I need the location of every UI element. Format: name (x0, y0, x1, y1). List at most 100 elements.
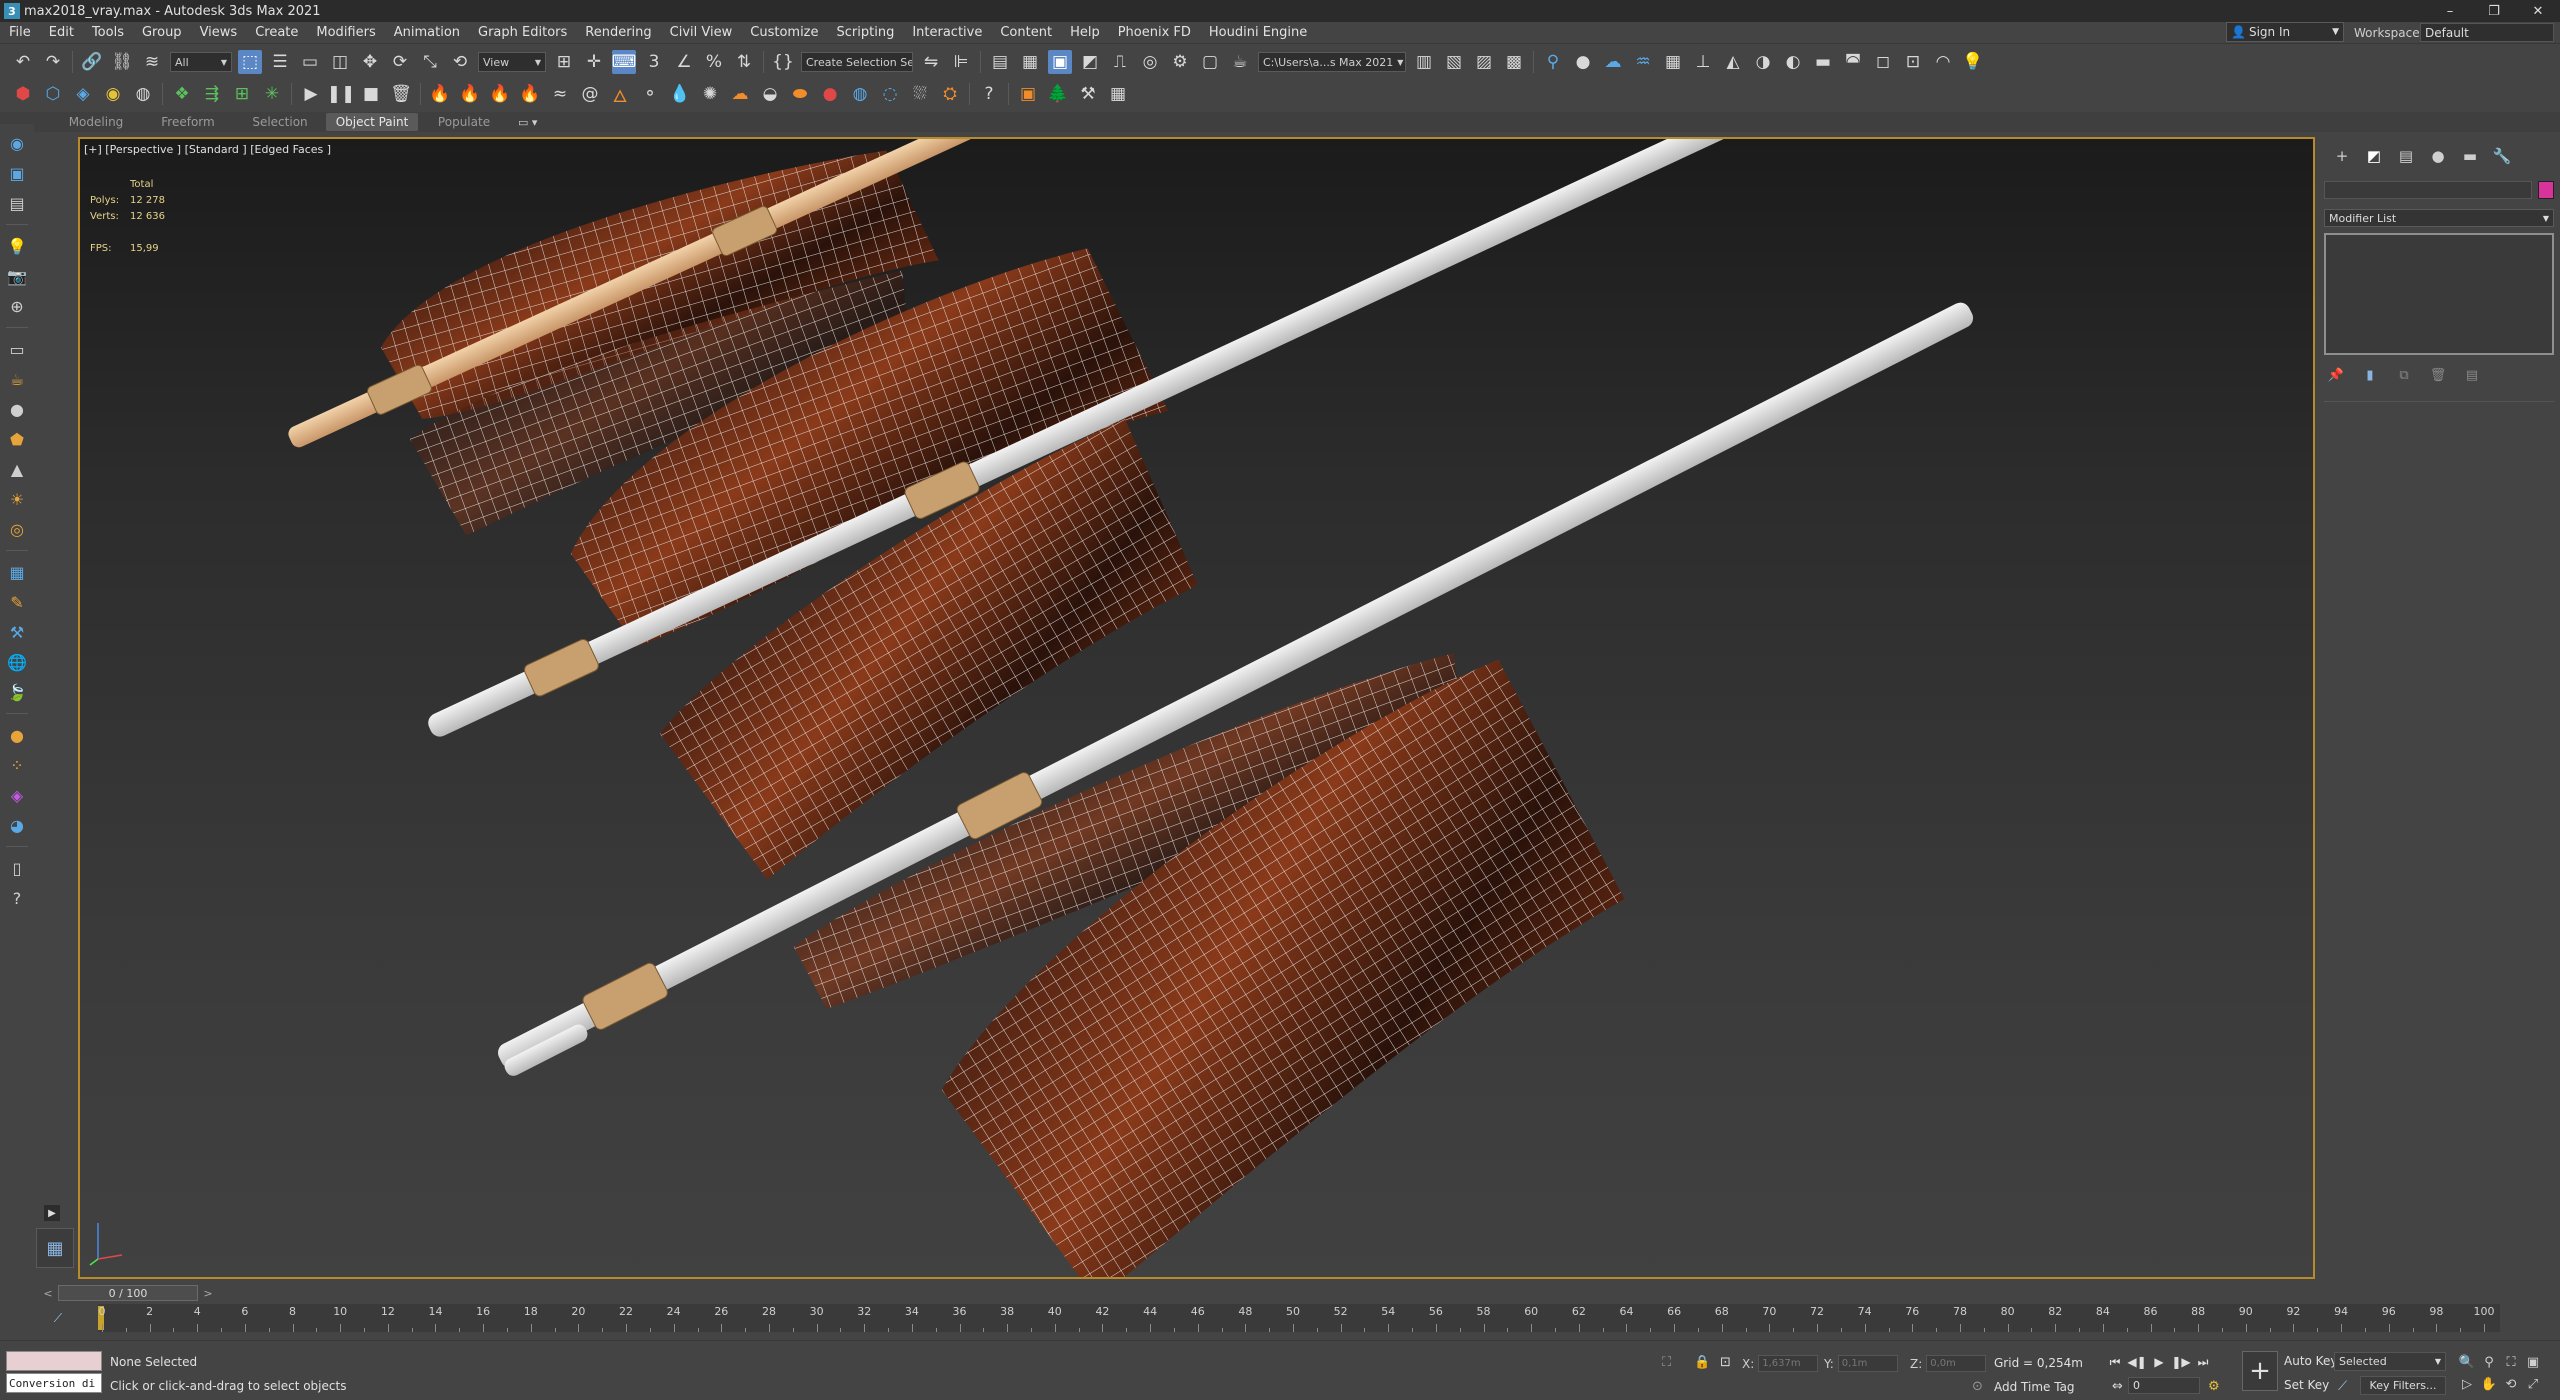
curve-editor-icon[interactable]: ◩ (1078, 50, 1102, 74)
rain-icon[interactable]: ⛆ (908, 82, 932, 106)
environment-icon[interactable]: ◕ (5, 813, 29, 837)
project-new-icon[interactable]: ▧ (1442, 50, 1466, 74)
selection-lock-icon[interactable]: 🔒 (1694, 1355, 1710, 1370)
foam-icon[interactable]: ⚬ (638, 82, 662, 106)
paint-icon[interactable]: ✎ (5, 590, 29, 614)
fire-sim-icon[interactable]: 🔥 (458, 82, 482, 106)
restore-button[interactable]: ❐ (2472, 0, 2516, 22)
play-icon[interactable]: ▶ (2148, 1353, 2170, 1371)
tab-selection[interactable]: Selection (234, 113, 326, 131)
align-icon[interactable]: ⊫ (949, 50, 973, 74)
menu-views[interactable]: Views (191, 25, 247, 40)
plane-primitive-icon[interactable]: ▭ (5, 337, 29, 361)
next-frame-icon[interactable]: ❚▶ (2170, 1353, 2192, 1371)
rotate-icon[interactable]: ⟳ (388, 50, 412, 74)
current-frame-spinner[interactable]: 0 (2128, 1377, 2200, 1394)
viewport-label-menu[interactable]: [+] [Perspective ] [Standard ] [Edged Fa… (84, 143, 331, 156)
make-unique-icon[interactable]: ⧉ (2394, 365, 2414, 385)
leaf-icon[interactable]: 🍃 (5, 680, 29, 704)
bubble-icon[interactable]: ● (818, 82, 842, 106)
cone-icon[interactable]: ▲ (5, 457, 29, 481)
create-tab-icon[interactable]: + (2326, 145, 2358, 167)
keyboard-shortcut-override-icon[interactable]: ⌨ (612, 50, 636, 74)
menu-modifiers[interactable]: Modifiers (307, 25, 384, 40)
menu-houdini-engine[interactable]: Houdini Engine (1200, 25, 1316, 40)
maximize-viewport-icon[interactable]: ⤢ (2522, 1373, 2544, 1395)
selection-filter-dropdown[interactable]: All ▼ (170, 52, 232, 72)
sun-icon[interactable]: ☀ (5, 487, 29, 511)
set-key-button[interactable]: Set Key (2284, 1378, 2329, 1392)
ragdoll-icon[interactable]: ⊞ (230, 82, 254, 106)
vortex-icon[interactable]: @ (578, 82, 602, 106)
spinner-snap-icon[interactable]: ⇅ (732, 50, 756, 74)
tab-freeform[interactable]: Freeform (142, 113, 234, 131)
key-filters-button[interactable]: Key Filters... (2360, 1376, 2446, 1395)
zoom-extents-all-icon[interactable]: ▣ (2522, 1351, 2544, 1373)
key-mode-dropdown[interactable]: Selected ▼ (2334, 1352, 2446, 1371)
set-key-icon[interactable]: + (2242, 1351, 2278, 1391)
app-icon[interactable]: 3 (4, 3, 20, 19)
force-icon[interactable]: ◍ (131, 82, 155, 106)
wave-icon[interactable]: ◌ (878, 82, 902, 106)
project-open-icon[interactable]: ▥ (1412, 50, 1436, 74)
menu-scripting[interactable]: Scripting (828, 25, 904, 40)
fire-grid-icon[interactable]: 🔥 (488, 82, 512, 106)
mirror-icon[interactable]: ⇋ (919, 50, 943, 74)
material-ball-icon[interactable]: ● (5, 723, 29, 747)
play-simulation-icon[interactable]: ▶ (299, 82, 323, 106)
time-slider-prev-button[interactable]: < (40, 1284, 56, 1302)
ribbon-toggle-icon[interactable]: ▣ (1048, 50, 1072, 74)
render-production-icon[interactable]: ☕ (1228, 50, 1252, 74)
menu-group[interactable]: Group (133, 25, 191, 40)
object-name-field[interactable] (2324, 181, 2532, 199)
tab-object-paint[interactable]: Object Paint (326, 113, 418, 131)
isolate-selection-icon[interactable]: ⛶ (1662, 1355, 1671, 1370)
menu-phoenix-fd[interactable]: Phoenix FD (1109, 25, 1200, 40)
window-crossing-icon[interactable]: ◫ (328, 50, 352, 74)
display-tab-icon[interactable]: ▬ (2454, 145, 2486, 167)
move-icon[interactable]: ✥ (358, 50, 382, 74)
pause-simulation-icon[interactable]: ❚❚ (327, 82, 356, 106)
select-object-icon[interactable]: ⬚ (238, 50, 262, 74)
render-effect-icon[interactable]: ◈ (5, 783, 29, 807)
help-circle-icon[interactable]: ? (5, 886, 29, 910)
key-mode-toggle-icon[interactable]: ⇔ (2112, 1379, 2123, 1394)
reference-coordinate-dropdown[interactable]: View ▼ (478, 52, 546, 72)
vray-help-icon[interactable]: 💡 (1961, 50, 1985, 74)
menu-edit[interactable]: Edit (40, 25, 83, 40)
menu-rendering[interactable]: Rendering (576, 25, 660, 40)
object-color-swatch[interactable] (2538, 181, 2554, 199)
select-manipulate-icon[interactable]: ✛ (582, 50, 606, 74)
project-folder-dropdown[interactable]: C:\Users\a...s Max 2021 ▼ (1258, 52, 1406, 72)
vray-light-icon[interactable]: ⚲ (1541, 50, 1565, 74)
layer-explorer-icon[interactable]: ▦ (1018, 50, 1042, 74)
bowl-icon[interactable]: ◒ (758, 82, 782, 106)
workspaces-select[interactable]: Default (2420, 23, 2554, 42)
orbit-icon[interactable]: ⟲ (2500, 1373, 2522, 1395)
scene-explorer-toggle-icon[interactable]: ◉ (5, 131, 29, 155)
field-of-view-icon[interactable]: ▷ (2456, 1373, 2478, 1395)
helper-icon[interactable]: ⊕ (5, 294, 29, 318)
vray-frame-buffer-icon[interactable]: ◑ (1751, 50, 1775, 74)
menu-tools[interactable]: Tools (83, 25, 133, 40)
go-to-start-icon[interactable]: ⏮ (2104, 1353, 2126, 1371)
ribbon-minimize-toggle[interactable]: ▭ ▾ (518, 116, 537, 129)
redo-icon[interactable]: ↷ (41, 50, 65, 74)
utilities-tab-icon[interactable]: 🔧 (2486, 145, 2518, 167)
globe-icon[interactable]: 🌐 (5, 650, 29, 674)
default-in-out-tangents-icon[interactable]: ⟋ (2338, 1379, 2347, 1394)
menu-create[interactable]: Create (246, 25, 307, 40)
help-icon[interactable]: ? (977, 82, 1001, 106)
pan-icon[interactable]: ✋ (2478, 1373, 2500, 1395)
hierarchy-tab-icon[interactable]: ▤ (2390, 145, 2422, 167)
vray-plane-icon[interactable]: ▦ (1661, 50, 1685, 74)
pour-icon[interactable]: ⬬ (788, 82, 812, 106)
box-icon[interactable]: ⬡ (41, 82, 65, 106)
mass-fx-icon[interactable]: ❖ (170, 82, 194, 106)
time-slider-next-button[interactable]: > (200, 1284, 216, 1302)
zoom-extents-icon[interactable]: ⛶ (2500, 1351, 2522, 1373)
material-dots-icon[interactable]: ⁘ (5, 753, 29, 777)
pot-icon[interactable]: ⬟ (5, 427, 29, 451)
vray-sphere-icon[interactable]: ● (1571, 50, 1595, 74)
vray-toon-icon[interactable]: ◠ (1931, 50, 1955, 74)
